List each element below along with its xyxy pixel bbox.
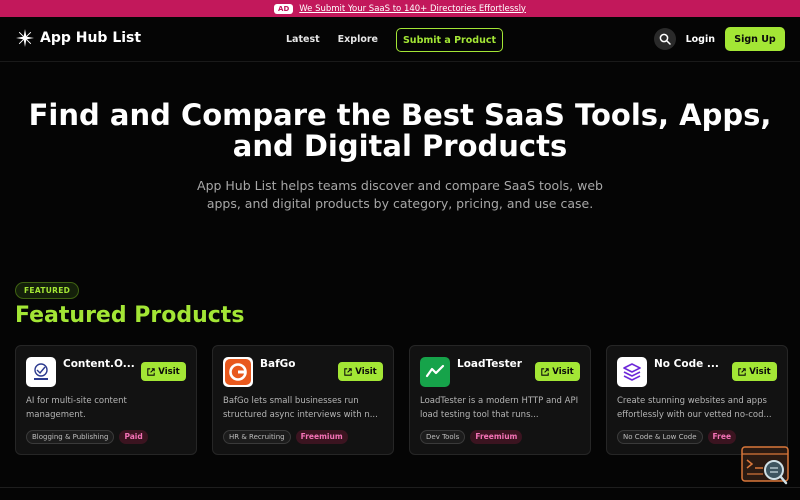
visit-label: Visit: [355, 366, 377, 377]
terminal-search-widget-icon[interactable]: [741, 446, 789, 486]
visit-button[interactable]: Visit: [338, 362, 383, 381]
external-link-icon: [541, 367, 550, 376]
visit-button[interactable]: Visit: [141, 362, 186, 381]
featured-section-title: Featured Products: [15, 303, 245, 328]
hero-title: Find and Compare the Best SaaS Tools, Ap…: [0, 100, 800, 162]
product-name[interactable]: LoadTester: [457, 358, 529, 370]
ad-link[interactable]: We Submit Your SaaS to 140+ Directories …: [299, 4, 526, 14]
visit-button[interactable]: Visit: [732, 362, 777, 381]
product-card[interactable]: Content.O... Visit AI for multi-site con…: [15, 345, 197, 455]
category-tag[interactable]: Blogging & Publishing: [26, 430, 115, 444]
external-link-icon: [147, 367, 156, 376]
nocode-logo-icon: [617, 357, 647, 387]
submit-product-button[interactable]: Submit a Product: [396, 28, 503, 52]
section-divider: [0, 487, 800, 488]
product-card[interactable]: BafGo Visit BafGo lets small businesses …: [212, 345, 394, 455]
pricing-tag: Free: [707, 430, 737, 444]
product-tags: Dev Tools Freemium: [420, 430, 523, 444]
featured-badge: FEATURED: [15, 282, 80, 299]
category-tag[interactable]: HR & Recruiting: [223, 430, 291, 444]
category-tag[interactable]: Dev Tools: [420, 430, 466, 444]
product-description: AI for multi-site content management.: [26, 396, 127, 420]
brand-logo[interactable]: App Hub List: [16, 29, 141, 47]
product-description: LoadTester is a modern HTTP and API load…: [420, 396, 579, 420]
hero-title-line-1: Find and Compare the Best SaaS Tools, Ap…: [28, 98, 772, 132]
product-tags: No Code & Low Code Free: [617, 430, 737, 444]
visit-label: Visit: [749, 366, 771, 377]
hero-subtitle: App Hub List helps teams discover and co…: [197, 178, 603, 211]
product-description: BafGo lets small businesses run structur…: [223, 396, 378, 420]
brand-name: App Hub List: [40, 30, 142, 46]
product-card[interactable]: No Code ... Visit Create stunning websit…: [606, 345, 788, 455]
search-button[interactable]: [653, 28, 676, 50]
visit-button[interactable]: Visit: [535, 362, 580, 381]
search-icon: [659, 33, 671, 45]
visit-label: Visit: [158, 366, 180, 377]
signup-button[interactable]: Sign Up: [725, 27, 785, 51]
loadtester-logo-icon: [420, 357, 450, 387]
sparkle-logo-icon: [16, 29, 34, 47]
visit-label: Visit: [552, 366, 574, 377]
nav-link-latest[interactable]: Latest: [286, 29, 320, 51]
product-card[interactable]: LoadTester Visit LoadTester is a modern …: [409, 345, 591, 455]
top-navigation: App Hub List Latest Explore Submit a Pro…: [0, 17, 800, 62]
contentos-logo-icon: [26, 357, 56, 387]
nav-actions: Login Sign Up: [653, 27, 785, 51]
external-link-icon: [738, 367, 747, 376]
external-link-icon: [344, 367, 353, 376]
category-tag[interactable]: No Code & Low Code: [617, 430, 703, 444]
ad-badge: AD: [274, 3, 294, 14]
bafgo-logo-icon: [223, 357, 253, 387]
hero-title-line-2: and Digital Products: [232, 129, 568, 163]
product-tags: Blogging & Publishing Paid: [26, 430, 148, 444]
pricing-tag: Freemium: [470, 430, 523, 444]
product-tags: HR & Recruiting Freemium: [223, 430, 348, 444]
featured-products-list: Content.O... Visit AI for multi-site con…: [15, 345, 788, 455]
pricing-tag: Paid: [119, 430, 148, 444]
product-name[interactable]: BafGo: [260, 358, 332, 370]
product-description: Create stunning websites and apps effort…: [617, 396, 772, 420]
login-link[interactable]: Login: [686, 34, 715, 45]
pricing-tag: Freemium: [295, 430, 348, 444]
product-name[interactable]: Content.O...: [63, 358, 135, 370]
nav-links: Latest Explore Submit a Product: [286, 28, 503, 52]
nav-link-explore[interactable]: Explore: [338, 29, 378, 51]
product-name[interactable]: No Code ...: [654, 358, 726, 370]
ad-banner[interactable]: AD We Submit Your SaaS to 140+ Directori…: [0, 0, 800, 17]
